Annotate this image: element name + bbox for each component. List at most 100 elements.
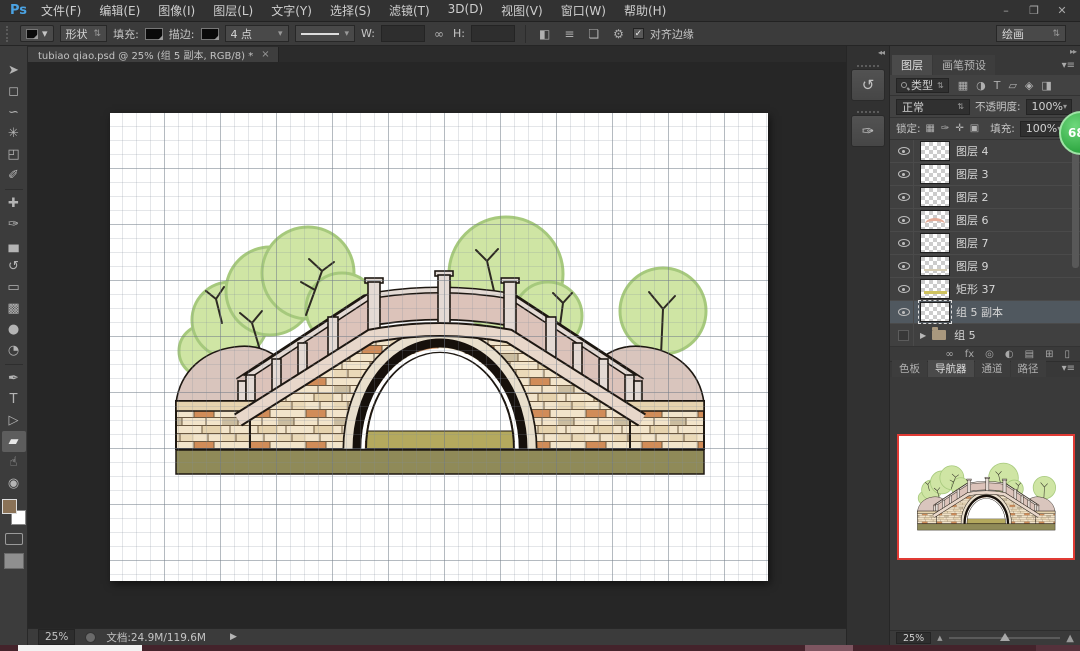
filter-toggle-icon[interactable]: ◨: [1041, 79, 1051, 92]
marquee-tool[interactable]: ◻: [2, 81, 26, 102]
rectangle-tool[interactable]: ▰: [2, 431, 26, 452]
navigator-thumbnail[interactable]: [897, 434, 1075, 560]
pen-tool[interactable]: ✒: [2, 368, 26, 389]
visibility-toggle[interactable]: [894, 186, 914, 209]
status-zoom-input[interactable]: 25%: [38, 629, 75, 645]
windows-taskbar[interactable]: [0, 645, 1080, 651]
menu-item-选择[interactable]: 选择(S): [330, 2, 371, 19]
crop-tool[interactable]: ◰: [2, 144, 26, 165]
fill-swatch[interactable]: [145, 28, 163, 40]
new-layer-icon[interactable]: ⊞: [1045, 349, 1053, 360]
filter-shape-layers-icon[interactable]: ▱: [1008, 79, 1016, 92]
lasso-tool[interactable]: ∽: [2, 102, 26, 123]
foreground-color-swatch[interactable]: [2, 499, 17, 514]
menu-item-图像[interactable]: 图像(I): [158, 2, 195, 19]
restore-button[interactable]: ❐: [1022, 4, 1046, 17]
eraser-tool[interactable]: ▭: [2, 277, 26, 298]
filter-smart-objects-icon[interactable]: ◈: [1025, 79, 1033, 92]
canvas-viewport[interactable]: [28, 62, 846, 628]
layer-row[interactable]: 图层 6: [890, 209, 1080, 232]
eyedropper-tool[interactable]: ✐: [2, 165, 26, 186]
panel-menu-icon[interactable]: ▾≡: [1062, 60, 1075, 71]
screen-mode-button[interactable]: [4, 553, 24, 569]
visibility-toggle[interactable]: [894, 163, 914, 186]
document-tab-close-icon[interactable]: ×: [261, 49, 269, 60]
status-menu-arrow-icon[interactable]: ▶: [230, 632, 237, 642]
tab-图层[interactable]: 图层: [892, 55, 932, 75]
group-disclosure-icon[interactable]: ▶: [920, 331, 926, 340]
menu-item-视图[interactable]: 视图(V): [501, 2, 543, 19]
opacity-select[interactable]: 100%▾: [1026, 99, 1072, 115]
lock-transparent-icon[interactable]: ▦: [926, 123, 935, 134]
lock-paint-icon[interactable]: ✑: [941, 123, 949, 134]
new-group-icon[interactable]: ▤: [1025, 349, 1034, 360]
navigator-menu-icon[interactable]: ▾≡: [1062, 363, 1075, 374]
tab-导航器[interactable]: 导航器: [928, 360, 974, 377]
link-layers-icon[interactable]: ∞: [945, 349, 953, 360]
layer-row[interactable]: 图层 9: [890, 255, 1080, 278]
tab-路径[interactable]: 路径: [1011, 360, 1046, 377]
hand-tool[interactable]: ☝: [2, 452, 26, 473]
visibility-toggle[interactable]: [894, 255, 914, 278]
delete-layer-icon[interactable]: ▯: [1064, 349, 1070, 360]
blend-mode-select[interactable]: 正常⇅: [896, 99, 970, 115]
menu-item-编辑[interactable]: 编辑(E): [99, 2, 140, 19]
path-select-tool[interactable]: ▷: [2, 410, 26, 431]
path-operations-icon[interactable]: ◧: [536, 27, 553, 41]
quick-mask-button[interactable]: [5, 533, 23, 545]
lock-all-icon[interactable]: ▣: [970, 123, 979, 134]
menu-item-窗口[interactable]: 窗口(W): [561, 2, 606, 19]
taskbar-item[interactable]: [805, 645, 853, 651]
tab-通道[interactable]: 通道: [975, 360, 1010, 377]
layer-row[interactable]: 图层 7: [890, 232, 1080, 255]
width-input[interactable]: [381, 25, 425, 42]
navigator-zoom-slider[interactable]: [949, 637, 1061, 639]
canvas[interactable]: [110, 113, 768, 581]
filter-type-select[interactable]: 类型⇅: [896, 78, 949, 93]
brush-tool[interactable]: ✑: [2, 214, 26, 235]
gear-icon[interactable]: ⚙: [610, 27, 627, 41]
menu-item-文字[interactable]: 文字(Y): [271, 2, 312, 19]
magic-wand-tool[interactable]: ✳: [2, 123, 26, 144]
navigator-zoom-input[interactable]: 25%: [896, 632, 931, 644]
link-dimensions-icon[interactable]: ∞: [431, 27, 447, 41]
visibility-toggle[interactable]: [894, 324, 914, 347]
menu-item-文件[interactable]: 文件(F): [41, 2, 81, 19]
document-tab[interactable]: tubiao qiao.psd @ 25% (组 5 副本, RGB/8) * …: [28, 47, 279, 62]
tab-画笔预设[interactable]: 画笔预设: [933, 55, 995, 75]
visibility-toggle[interactable]: [894, 209, 914, 232]
history-brush-tool[interactable]: ↺: [2, 256, 26, 277]
tool-mode-select[interactable]: 形状⇅: [60, 25, 108, 42]
taskbar-active-item[interactable]: [18, 645, 142, 651]
layer-row[interactable]: ▶组 5: [890, 324, 1080, 347]
stroke-swatch[interactable]: [201, 28, 219, 40]
stroke-style-select[interactable]: ▾: [295, 25, 356, 42]
align-edges-checkbox[interactable]: ✓: [633, 28, 644, 39]
close-button[interactable]: ✕: [1050, 4, 1074, 17]
layer-row[interactable]: 图层 2: [890, 186, 1080, 209]
path-alignment-icon[interactable]: ≡: [561, 27, 577, 41]
visibility-toggle[interactable]: [894, 278, 914, 301]
history-panel-button[interactable]: ↺: [851, 69, 885, 101]
layer-effects-icon[interactable]: fx: [965, 349, 974, 360]
layer-row[interactable]: 图层 3: [890, 163, 1080, 186]
menu-item-3D[interactable]: 3D(D): [448, 2, 483, 19]
blur-tool[interactable]: ●: [2, 319, 26, 340]
healing-brush-tool[interactable]: ✚: [2, 193, 26, 214]
layer-row[interactable]: 矩形 37: [890, 278, 1080, 301]
tool-preset-picker[interactable]: ▾: [20, 25, 54, 42]
layer-row[interactable]: 图层 4: [890, 140, 1080, 163]
menu-item-滤镜[interactable]: 滤镜(T): [389, 2, 430, 19]
minimize-button[interactable]: –: [994, 4, 1018, 17]
clone-stamp-tool[interactable]: ▄: [2, 235, 26, 256]
gradient-tool[interactable]: ▩: [2, 298, 26, 319]
zoom-out-icon[interactable]: ▲: [937, 634, 942, 642]
path-arrange-icon[interactable]: ❏: [585, 27, 602, 41]
filter-adjustment-layers-icon[interactable]: ◑: [976, 79, 986, 92]
add-mask-icon[interactable]: ◎: [985, 349, 994, 360]
zoom-tool[interactable]: ◉: [2, 473, 26, 494]
stroke-width-select[interactable]: 4 点▾: [225, 25, 289, 42]
type-tool[interactable]: T: [2, 389, 26, 410]
menu-item-帮助[interactable]: 帮助(H): [624, 2, 666, 19]
visibility-toggle[interactable]: [894, 140, 914, 163]
